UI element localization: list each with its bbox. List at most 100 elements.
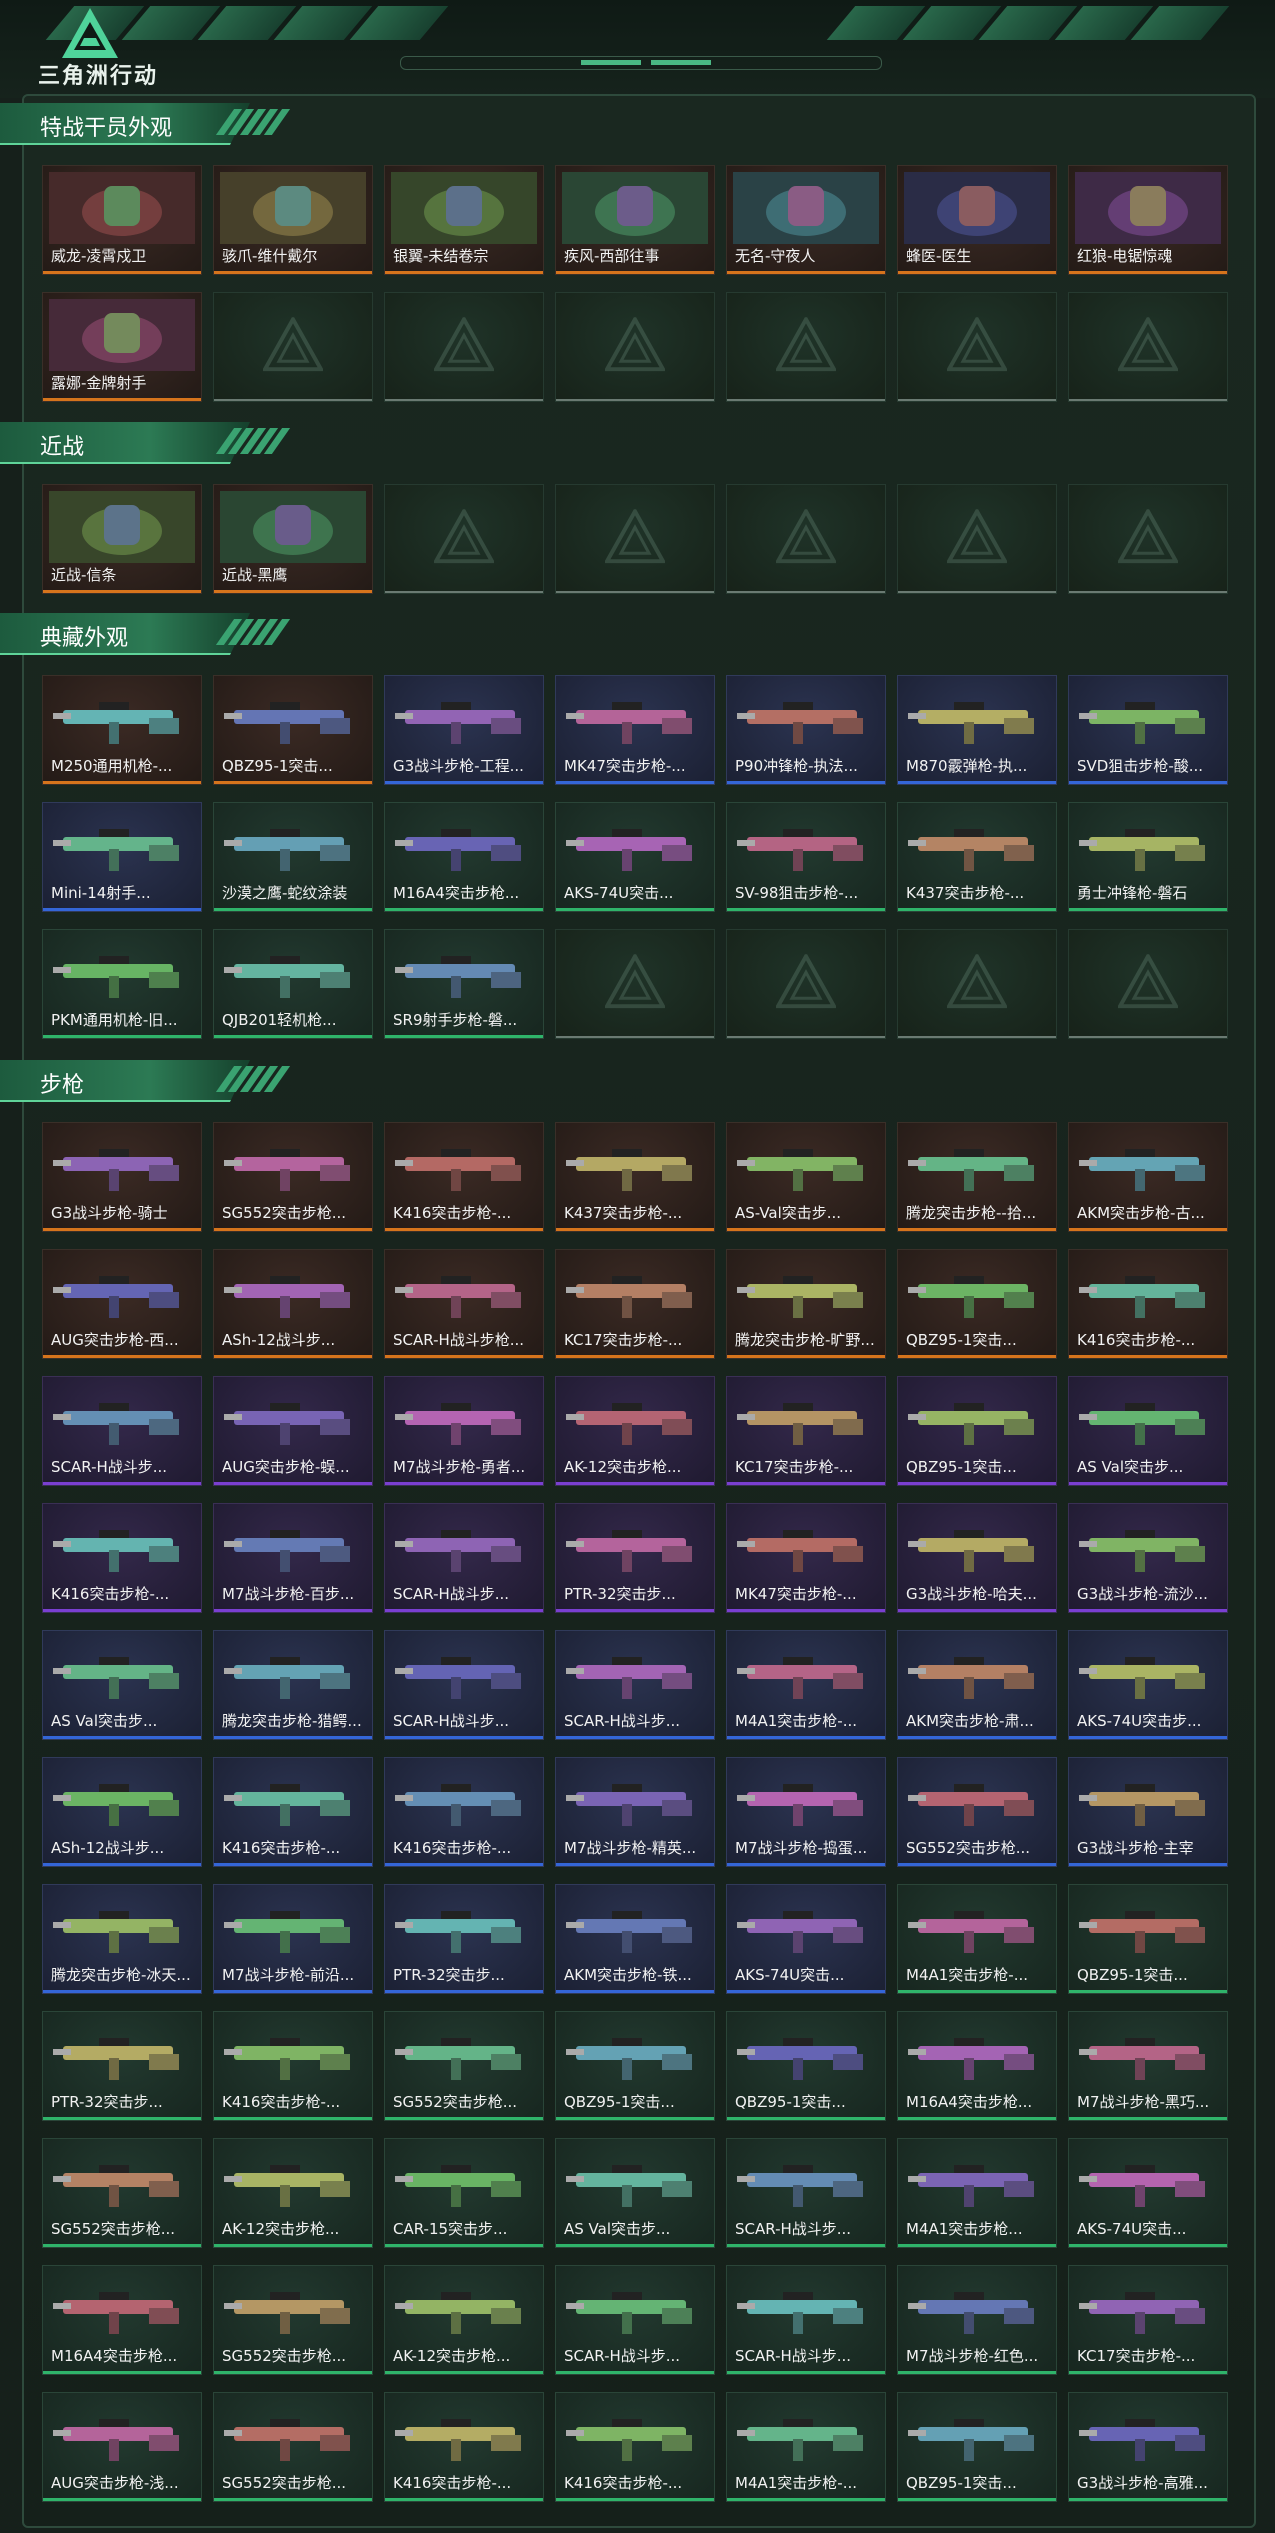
collection-item-card[interactable]: MK47突击步枪-...: [726, 1503, 886, 1613]
collection-item-card[interactable]: SG552突击步枪...: [213, 1122, 373, 1232]
collection-item-card[interactable]: SCAR-H战斗步...: [384, 1630, 544, 1740]
collection-item-card[interactable]: AK-12突击步枪...: [384, 2265, 544, 2375]
collection-item-card[interactable]: AS-Val突击步...: [726, 1122, 886, 1232]
collection-item-card[interactable]: AKM突击步枪-古...: [1068, 1122, 1228, 1232]
collection-item-card[interactable]: SCAR-H战斗步...: [384, 1503, 544, 1613]
collection-item-card[interactable]: M16A4突击步枪...: [42, 2265, 202, 2375]
collection-item-card[interactable]: MK47突击步枪-...: [555, 675, 715, 785]
collection-item-card[interactable]: KC17突击步枪-...: [1068, 2265, 1228, 2375]
collection-item-card[interactable]: KC17突击步枪-...: [726, 1376, 886, 1486]
collection-item-card[interactable]: M7战斗步枪-前沿...: [213, 1884, 373, 1994]
collection-item-card[interactable]: M7战斗步枪-百步...: [213, 1503, 373, 1613]
collection-item-card[interactable]: K416突击步枪-...: [555, 2392, 715, 2502]
collection-item-card[interactable]: PTR-32突击步...: [384, 1884, 544, 1994]
collection-item-card[interactable]: M7战斗步枪-黑巧...: [1068, 2011, 1228, 2121]
collection-item-card[interactable]: M7战斗步枪-精英...: [555, 1757, 715, 1867]
collection-item-card[interactable]: K416突击步枪-...: [213, 2011, 373, 2121]
collection-item-card[interactable]: AUG突击步枪-浅...: [42, 2392, 202, 2502]
collection-item-card[interactable]: AK-12突击步枪...: [213, 2138, 373, 2248]
collection-item-card[interactable]: G3战斗步枪-流沙...: [1068, 1503, 1228, 1613]
collection-item-card[interactable]: PKM通用机枪-旧...: [42, 929, 202, 1039]
collection-item-card[interactable]: 蜂医-医生: [897, 165, 1057, 275]
collection-item-card[interactable]: AKS-74U突击...: [555, 802, 715, 912]
collection-item-card[interactable]: K416突击步枪-...: [213, 1757, 373, 1867]
collection-item-card[interactable]: CAR-15突击步...: [384, 2138, 544, 2248]
collection-item-card[interactable]: 疾风-西部往事: [555, 165, 715, 275]
collection-item-card[interactable]: SG552突击步枪...: [384, 2011, 544, 2121]
collection-item-card[interactable]: 近战-信条: [42, 484, 202, 594]
collection-item-card[interactable]: KC17突击步枪-...: [555, 1249, 715, 1359]
collection-item-card[interactable]: K416突击步枪-...: [42, 1503, 202, 1613]
collection-item-card[interactable]: SVD狙击步枪-酸...: [1068, 675, 1228, 785]
collection-item-card[interactable]: K416突击步枪-...: [1068, 1249, 1228, 1359]
collection-item-card[interactable]: 腾龙突击步枪-猎鳄...: [213, 1630, 373, 1740]
collection-item-card[interactable]: AUG突击步枪-蜈...: [213, 1376, 373, 1486]
collection-item-card[interactable]: M16A4突击步枪...: [897, 2011, 1057, 2121]
collection-item-card[interactable]: P90冲锋枪-执法...: [726, 675, 886, 785]
collection-item-card[interactable]: PTR-32突击步...: [42, 2011, 202, 2121]
collection-item-card[interactable]: AKS-74U突击...: [1068, 2138, 1228, 2248]
collection-item-card[interactable]: 近战-黑鹰: [213, 484, 373, 594]
collection-item-card[interactable]: AKM突击步枪-铁...: [555, 1884, 715, 1994]
collection-item-card[interactable]: ASh-12战斗步...: [213, 1249, 373, 1359]
collection-item-card[interactable]: M7战斗步枪-红色...: [897, 2265, 1057, 2375]
collection-item-card[interactable]: SR9射手步枪-磐...: [384, 929, 544, 1039]
collection-item-card[interactable]: AS Val突击步...: [42, 1630, 202, 1740]
collection-item-card[interactable]: M4A1突击步枪-...: [726, 1630, 886, 1740]
collection-item-card[interactable]: 沙漠之鹰-蛇纹涂装: [213, 802, 373, 912]
collection-item-card[interactable]: SCAR-H战斗步...: [726, 2138, 886, 2248]
collection-item-card[interactable]: K416突击步枪-...: [384, 1757, 544, 1867]
collection-item-card[interactable]: PTR-32突击步...: [555, 1503, 715, 1613]
collection-item-card[interactable]: AUG突击步枪-西...: [42, 1249, 202, 1359]
collection-item-card[interactable]: G3战斗步枪-哈夫...: [897, 1503, 1057, 1613]
collection-item-card[interactable]: K416突击步枪-...: [384, 2392, 544, 2502]
collection-item-card[interactable]: M16A4突击步枪...: [384, 802, 544, 912]
collection-item-card[interactable]: M870霰弹枪-执...: [897, 675, 1057, 785]
collection-item-card[interactable]: SCAR-H战斗步...: [42, 1376, 202, 1486]
collection-item-card[interactable]: Mini-14射手...: [42, 802, 202, 912]
collection-item-card[interactable]: K437突击步枪-...: [897, 802, 1057, 912]
collection-item-card[interactable]: QBZ95-1突击...: [213, 675, 373, 785]
collection-item-card[interactable]: QBZ95-1突击...: [897, 2392, 1057, 2502]
collection-item-card[interactable]: G3战斗步枪-骑士: [42, 1122, 202, 1232]
collection-item-card[interactable]: M4A1突击步枪-...: [726, 2392, 886, 2502]
collection-item-card[interactable]: AK-12突击步枪...: [555, 1376, 715, 1486]
collection-item-card[interactable]: K437突击步枪-...: [555, 1122, 715, 1232]
collection-item-card[interactable]: QJB201轻机枪...: [213, 929, 373, 1039]
collection-item-card[interactable]: G3战斗步枪-工程...: [384, 675, 544, 785]
collection-item-card[interactable]: QBZ95-1突击...: [726, 2011, 886, 2121]
collection-item-card[interactable]: SCAR-H战斗步枪...: [384, 1249, 544, 1359]
collection-item-card[interactable]: K416突击步枪-...: [384, 1122, 544, 1232]
collection-item-card[interactable]: G3战斗步枪-高雅...: [1068, 2392, 1228, 2502]
collection-item-card[interactable]: M4A1突击步枪-...: [897, 1884, 1057, 1994]
collection-item-card[interactable]: SG552突击步枪...: [213, 2392, 373, 2502]
collection-item-card[interactable]: SG552突击步枪...: [213, 2265, 373, 2375]
collection-item-card[interactable]: G3战斗步枪-主宰: [1068, 1757, 1228, 1867]
collection-item-card[interactable]: M7战斗步枪-捣蛋...: [726, 1757, 886, 1867]
collection-item-card[interactable]: AKS-74U突击...: [726, 1884, 886, 1994]
collection-item-card[interactable]: QBZ95-1突击...: [897, 1249, 1057, 1359]
collection-item-card[interactable]: 红狼-电锯惊魂: [1068, 165, 1228, 275]
collection-item-card[interactable]: M4A1突击步枪...: [897, 2138, 1057, 2248]
collection-item-card[interactable]: 露娜-金牌射手: [42, 292, 202, 402]
collection-item-card[interactable]: 腾龙突击步枪-冰天...: [42, 1884, 202, 1994]
collection-item-card[interactable]: SG552突击步枪...: [897, 1757, 1057, 1867]
collection-item-card[interactable]: AKS-74U突击步...: [1068, 1630, 1228, 1740]
collection-item-card[interactable]: SCAR-H战斗步...: [555, 1630, 715, 1740]
collection-item-card[interactable]: SG552突击步枪...: [42, 2138, 202, 2248]
collection-item-card[interactable]: QBZ95-1突击...: [1068, 1884, 1228, 1994]
collection-item-card[interactable]: M7战斗步枪-勇者...: [384, 1376, 544, 1486]
collection-item-card[interactable]: SCAR-H战斗步...: [555, 2265, 715, 2375]
collection-item-card[interactable]: SV-98狙击步枪-...: [726, 802, 886, 912]
collection-item-card[interactable]: AS Val突击步...: [1068, 1376, 1228, 1486]
collection-item-card[interactable]: QBZ95-1突击...: [897, 1376, 1057, 1486]
collection-item-card[interactable]: 银翼-未结卷宗: [384, 165, 544, 275]
collection-item-card[interactable]: AKM突击步枪-肃...: [897, 1630, 1057, 1740]
collection-item-card[interactable]: 骇爪-维什戴尔: [213, 165, 373, 275]
collection-item-card[interactable]: SCAR-H战斗步...: [726, 2265, 886, 2375]
collection-item-card[interactable]: 腾龙突击步枪-旷野...: [726, 1249, 886, 1359]
collection-item-card[interactable]: 威龙-凌霄戍卫: [42, 165, 202, 275]
collection-item-card[interactable]: AS Val突击步...: [555, 2138, 715, 2248]
collection-item-card[interactable]: 腾龙突击步枪--拾...: [897, 1122, 1057, 1232]
collection-item-card[interactable]: QBZ95-1突击...: [555, 2011, 715, 2121]
